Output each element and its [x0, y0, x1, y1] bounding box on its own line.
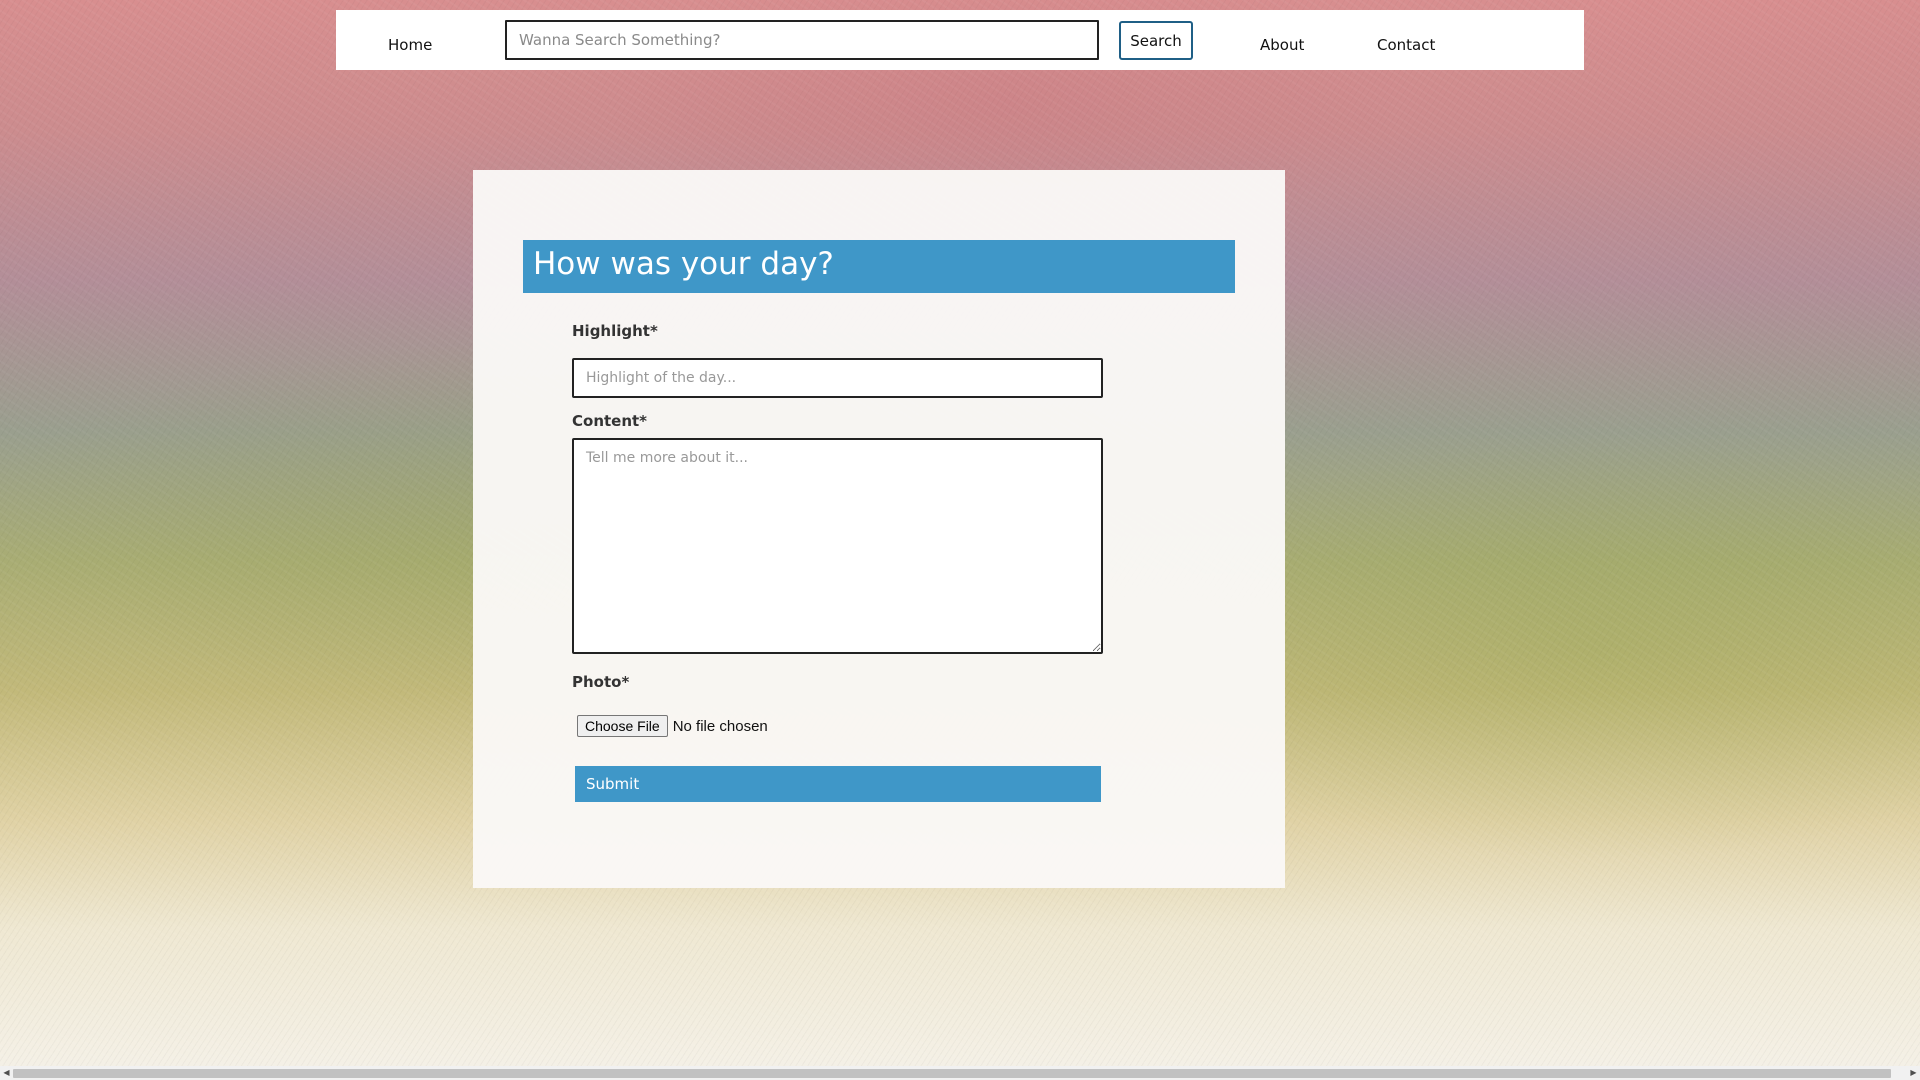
choose-file-button[interactable]: Choose File — [577, 715, 668, 737]
nav-contact-link[interactable]: Contact — [1377, 36, 1435, 54]
nav-home-link[interactable]: Home — [388, 36, 432, 54]
top-navbar: Home Search About Contact — [336, 10, 1584, 70]
journal-form-card: How was your day? Highlight* Content* Ph… — [473, 170, 1285, 888]
form-title: How was your day? — [533, 246, 834, 282]
content-label: Content* — [572, 412, 648, 430]
highlight-label: Highlight* — [572, 322, 658, 340]
search-button[interactable]: Search — [1119, 21, 1193, 60]
arrow-right-icon[interactable]: ▶ — [1907, 1066, 1920, 1080]
form-header: How was your day? — [523, 240, 1235, 293]
submit-button[interactable]: Submit — [575, 766, 1101, 802]
highlight-input[interactable] — [572, 358, 1103, 398]
file-status-text: No file chosen — [672, 717, 768, 735]
horizontal-scrollbar[interactable]: ◀ ▶ — [0, 1066, 1920, 1080]
content-textarea[interactable] — [572, 438, 1103, 654]
photo-label: Photo* — [572, 673, 630, 691]
photo-file-input: Choose File No file chosen — [577, 714, 768, 738]
scrollbar-thumb[interactable] — [13, 1069, 1891, 1078]
search-input[interactable] — [505, 20, 1099, 60]
nav-about-link[interactable]: About — [1260, 36, 1304, 54]
arrow-left-icon[interactable]: ◀ — [0, 1066, 13, 1080]
